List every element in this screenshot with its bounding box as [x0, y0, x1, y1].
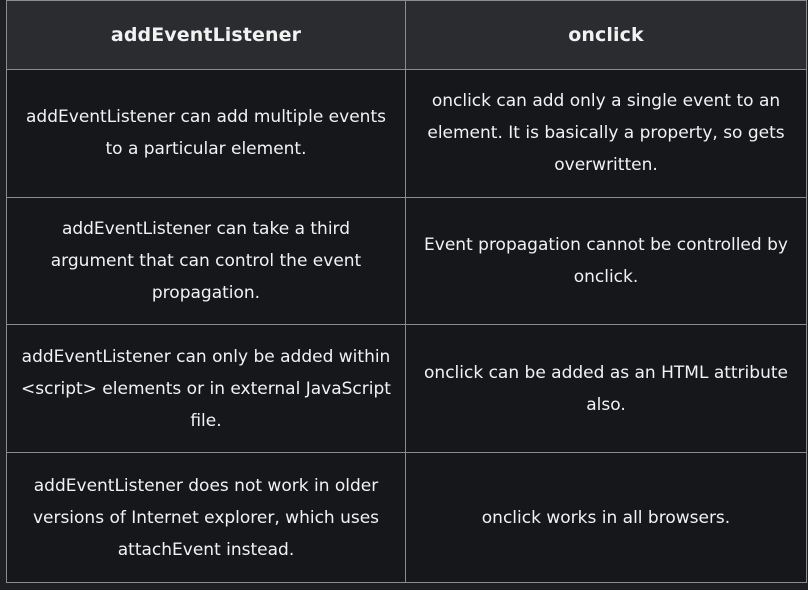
table-cell-addeventlistener: addEventListener can add multiple events…	[6, 69, 406, 198]
table-cell-addeventlistener: addEventListener can take a third argume…	[6, 196, 406, 326]
table-cell-onclick: onclick works in all browsers.	[405, 452, 807, 583]
page: addEventListener onclick addEventListene…	[0, 0, 808, 590]
column-header-addeventlistener: addEventListener	[6, 0, 406, 70]
table-cell-onclick: onclick can add only a single event to a…	[405, 69, 807, 198]
table-cell-addeventlistener: addEventListener does not work in older …	[6, 452, 406, 583]
table-row: addEventListener can take a third argume…	[6, 196, 807, 326]
table-row: addEventListener can only be added withi…	[6, 324, 807, 454]
table-row: addEventListener does not work in older …	[6, 452, 807, 583]
table-cell-addeventlistener: addEventListener can only be added withi…	[6, 324, 406, 454]
table-row: addEventListener can add multiple events…	[6, 69, 807, 198]
comparison-table: addEventListener onclick addEventListene…	[6, 0, 807, 583]
table-cell-onclick: onclick can be added as an HTML attribut…	[405, 324, 807, 454]
table-header-row: addEventListener onclick	[6, 0, 807, 70]
column-header-onclick: onclick	[405, 0, 807, 70]
table-cell-onclick: Event propagation cannot be controlled b…	[405, 196, 807, 326]
